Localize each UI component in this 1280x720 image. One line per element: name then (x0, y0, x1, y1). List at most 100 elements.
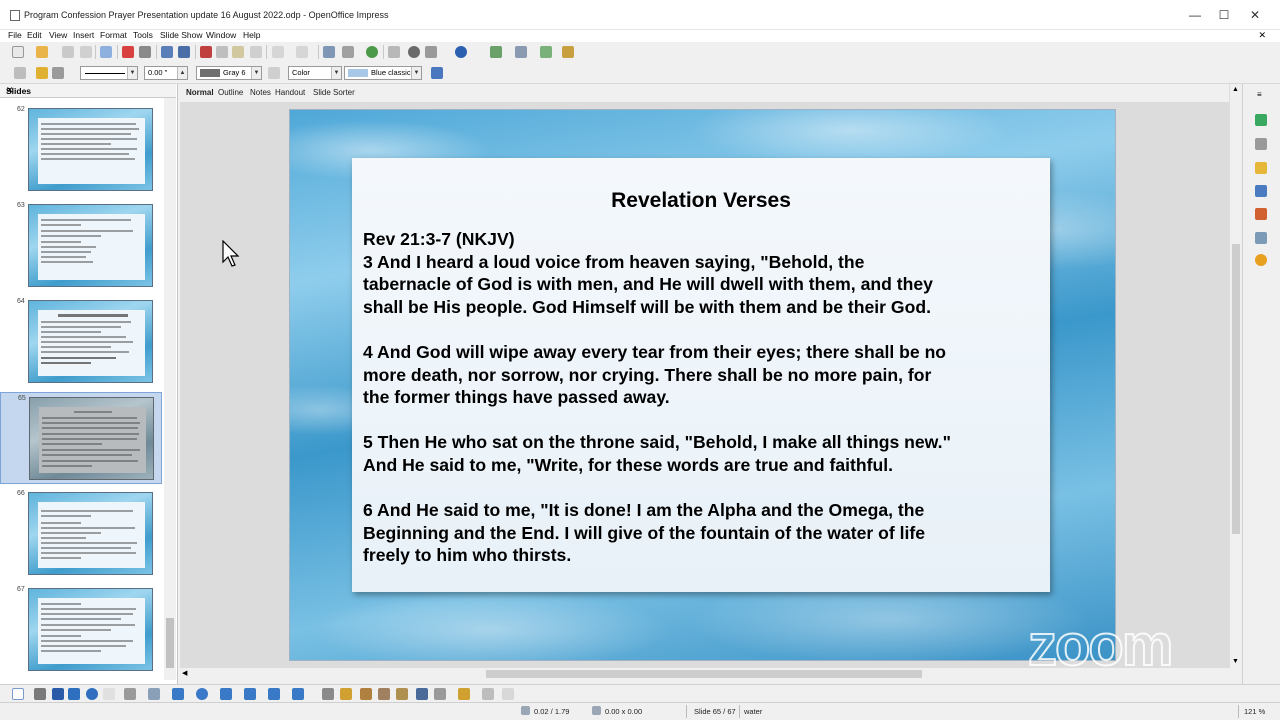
scroll-up-icon[interactable]: ▲ (1232, 86, 1239, 93)
toggle-extrusion-icon[interactable] (502, 688, 514, 700)
slide-thumbnail[interactable]: 67 (0, 584, 162, 676)
block-arrows-icon[interactable] (220, 688, 232, 700)
alignment-icon[interactable] (434, 688, 446, 700)
scroll-down-icon[interactable]: ▼ (1232, 658, 1239, 665)
arrange-icon[interactable] (458, 688, 470, 700)
horizontal-scrollbar[interactable]: ◀ (180, 668, 1230, 680)
symbol-shapes-icon[interactable] (196, 688, 208, 700)
ellipse-icon[interactable] (86, 688, 98, 700)
zoom-icon[interactable] (425, 46, 437, 58)
tab-handout[interactable]: Handout (275, 88, 305, 97)
shadow-icon[interactable] (431, 67, 443, 79)
edit-file-icon[interactable] (100, 46, 112, 58)
menu-format[interactable]: Format (100, 30, 127, 40)
grid-icon[interactable] (388, 46, 400, 58)
paste-icon[interactable] (232, 46, 244, 58)
tab-slide-sorter[interactable]: Slide Sorter (313, 88, 355, 97)
slide-body-text[interactable]: Rev 21:3-7 (NKJV) 3 And I heard a loud v… (363, 228, 1043, 567)
properties-icon[interactable] (1255, 114, 1267, 126)
new-document-icon[interactable] (12, 46, 24, 58)
scrollbar-thumb[interactable] (1232, 244, 1240, 534)
menu-file[interactable]: File (8, 30, 22, 40)
save-icon[interactable] (62, 46, 74, 58)
slide-thumbnail[interactable]: 63 (0, 200, 162, 292)
area-style-select[interactable]: Color ▼ (288, 66, 342, 80)
slide-transition-icon[interactable] (1255, 185, 1267, 197)
maximize-button[interactable]: ☐ (1214, 6, 1234, 24)
rotate-icon[interactable] (416, 688, 428, 700)
table-icon[interactable] (342, 46, 354, 58)
rectangle-icon[interactable] (68, 688, 80, 700)
flowchart-icon[interactable] (244, 688, 256, 700)
line-tool-icon[interactable] (34, 688, 46, 700)
callouts-icon[interactable] (268, 688, 280, 700)
spellcheck-icon[interactable] (161, 46, 173, 58)
line-style-select[interactable]: ▼ (80, 66, 138, 80)
help-icon[interactable] (455, 46, 467, 58)
select-arrow-icon[interactable] (12, 688, 24, 700)
format-paintbrush-icon[interactable] (250, 46, 262, 58)
basic-shapes-icon[interactable] (172, 688, 184, 700)
tab-notes[interactable]: Notes (250, 88, 271, 97)
slide-thumbnail[interactable]: 64 (0, 296, 162, 388)
fontwork-icon[interactable] (360, 688, 372, 700)
navigator-sidebar-icon[interactable] (1255, 254, 1267, 266)
menu-view[interactable]: View (49, 30, 67, 40)
slide-layout-icon[interactable] (490, 46, 502, 58)
text-card[interactable]: Revelation Verses Rev 21:3-7 (NKJV) 3 An… (352, 158, 1050, 592)
menu-slide-show[interactable]: Slide Show (160, 30, 203, 40)
extrusion-icon[interactable] (482, 688, 494, 700)
slide-show-icon[interactable] (562, 46, 574, 58)
tab-normal[interactable]: Normal (186, 88, 214, 97)
line-icon[interactable] (36, 67, 48, 79)
copy-icon[interactable] (216, 46, 228, 58)
fill-select[interactable]: Blue classic ▼ (344, 66, 422, 80)
menu-insert[interactable]: Insert (73, 30, 94, 40)
stars-icon[interactable] (292, 688, 304, 700)
scrollbar-thumb[interactable] (486, 670, 922, 678)
glue-points-icon[interactable] (340, 688, 352, 700)
zoom-level[interactable]: 121 % (1244, 707, 1265, 716)
undo-icon[interactable] (272, 46, 284, 58)
draw-functions-icon[interactable] (408, 46, 420, 58)
slide-thumbnail[interactable]: 62 (0, 104, 162, 196)
chart-icon[interactable] (323, 46, 335, 58)
styles-formatting-icon[interactable] (1255, 208, 1267, 220)
close-panel-button[interactable]: ✕ (6, 85, 170, 96)
open-folder-icon[interactable] (36, 46, 48, 58)
arrow-line-icon[interactable] (52, 688, 64, 700)
sidebar-menu-icon[interactable]: ≡ (1257, 90, 1262, 99)
scrollbar-thumb[interactable] (166, 618, 174, 668)
gallery-icon[interactable] (1255, 232, 1267, 244)
scroll-left-icon[interactable]: ◀ (182, 669, 187, 677)
styles-icon[interactable] (14, 67, 26, 79)
line-width-field[interactable]: 0.00 " ▲ (144, 66, 188, 80)
redo-icon[interactable] (296, 46, 308, 58)
slide-design-icon[interactable] (515, 46, 527, 58)
close-document-button[interactable]: ✕ (1258, 30, 1266, 41)
text-tool-icon[interactable] (103, 688, 115, 700)
slide-thumbnail-selected[interactable]: 65 (0, 392, 162, 484)
close-button[interactable]: ✕ (1245, 6, 1265, 24)
autospellcheck-icon[interactable] (178, 46, 190, 58)
menu-help[interactable]: Help (243, 30, 260, 40)
menu-window[interactable]: Window (206, 30, 236, 40)
menu-tools[interactable]: Tools (133, 30, 153, 40)
area-icon[interactable] (268, 67, 280, 79)
custom-animation-icon[interactable] (1255, 162, 1267, 174)
minimize-button[interactable]: — (1185, 6, 1205, 24)
menu-edit[interactable]: Edit (27, 30, 42, 40)
gallery-toolbar-icon[interactable] (396, 688, 408, 700)
cut-icon[interactable] (200, 46, 212, 58)
new-slide-icon[interactable] (540, 46, 552, 58)
email-icon[interactable] (80, 46, 92, 58)
navigator-icon[interactable] (366, 46, 378, 58)
print-icon[interactable] (139, 46, 151, 58)
line-color-select[interactable]: Gray 6 ▼ (196, 66, 262, 80)
tab-outline[interactable]: Outline (218, 88, 243, 97)
vertical-scrollbar[interactable]: ▲ ▼ (1229, 84, 1241, 670)
slide-canvas[interactable]: Revelation Verses Rev 21:3-7 (NKJV) 3 An… (290, 110, 1115, 660)
master-pages-icon[interactable] (1255, 138, 1267, 150)
slide-title[interactable]: Revelation Verses (352, 189, 1050, 213)
curve-icon[interactable] (124, 688, 136, 700)
